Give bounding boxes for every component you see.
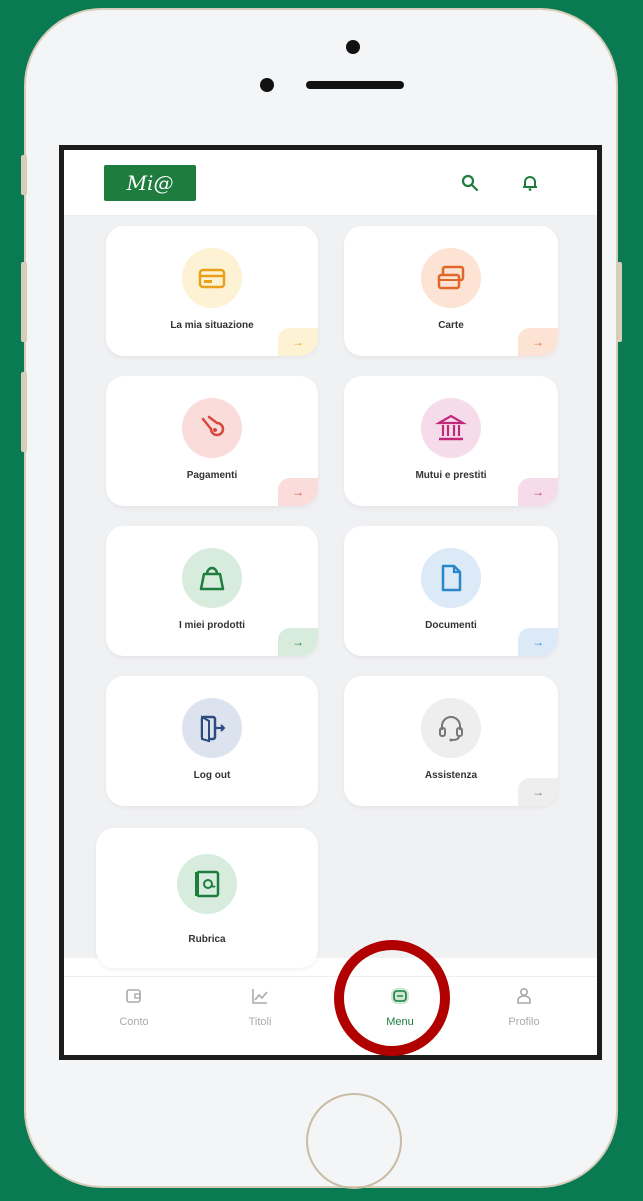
mute-switch (21, 155, 27, 195)
cards-icon (421, 248, 481, 308)
tab-label: Conto (119, 1016, 149, 1028)
bell-icon[interactable] (520, 173, 540, 193)
tile-pagamenti[interactable]: Pagamenti → (106, 376, 318, 506)
tile-label: Rubrica (188, 934, 226, 945)
profile-tab-icon (517, 987, 531, 1004)
tile-documenti[interactable]: Documenti → (344, 526, 558, 656)
tab-conto[interactable]: Conto (94, 987, 174, 1028)
tile-i-miei-prodotti[interactable]: I miei prodotti → (106, 526, 318, 656)
wallet-tab-icon (126, 989, 141, 1003)
arrow-right-icon: → (278, 328, 318, 356)
tile-la-mia-situazione[interactable]: La mia situazione → (106, 226, 318, 356)
tab-label: Profilo (508, 1016, 540, 1028)
arrow-right-icon: → (518, 328, 558, 356)
payment-hand-icon (182, 398, 242, 458)
arrow-right-icon: → (518, 778, 558, 806)
camera-dot (346, 40, 360, 54)
speaker-grille (306, 81, 404, 89)
tab-label: Titoli (248, 1016, 272, 1028)
tile-log-out[interactable]: Log out (106, 676, 318, 806)
headset-icon (421, 698, 481, 758)
bottom-tab-bar: Conto Titoli Menu Profilo (64, 976, 597, 1055)
tab-titoli[interactable]: Titoli (220, 987, 300, 1028)
tile-assistenza[interactable]: Assistenza → (344, 676, 558, 806)
wallet-icon (182, 248, 242, 308)
tile-carte[interactable]: Carte → (344, 226, 558, 356)
home-button[interactable] (306, 1093, 402, 1189)
arrow-right-icon: → (278, 628, 318, 656)
tile-rubrica[interactable]: Rubrica (96, 828, 318, 968)
arrow-right-icon: → (518, 628, 558, 656)
document-icon (421, 548, 481, 608)
menu-grid: La mia situazione → Carte → Pagamenti → … (64, 216, 597, 968)
tile-mutui-e-prestiti[interactable]: Mutui e prestiti → (344, 376, 558, 506)
power-button (616, 262, 622, 342)
volume-down-button (21, 372, 27, 452)
app-screen: Mi@ La mia situazione → Carte → Pagament… (59, 145, 602, 1060)
arrow-right-icon: → (278, 478, 318, 506)
bank-icon (421, 398, 481, 458)
contact-book-icon (177, 854, 237, 914)
search-icon[interactable] (460, 173, 480, 193)
front-sensor (260, 78, 274, 92)
volume-up-button (21, 262, 27, 342)
chart-tab-icon (252, 989, 268, 1004)
arrow-right-icon: → (518, 478, 558, 506)
tab-profilo[interactable]: Profilo (484, 987, 564, 1028)
highlight-circle (334, 940, 450, 1056)
tile-label: Log out (193, 770, 231, 781)
app-header: Mi@ (64, 150, 597, 216)
shopping-bag-icon (182, 548, 242, 608)
app-logo: Mi@ (104, 165, 196, 201)
logout-icon (182, 698, 242, 758)
